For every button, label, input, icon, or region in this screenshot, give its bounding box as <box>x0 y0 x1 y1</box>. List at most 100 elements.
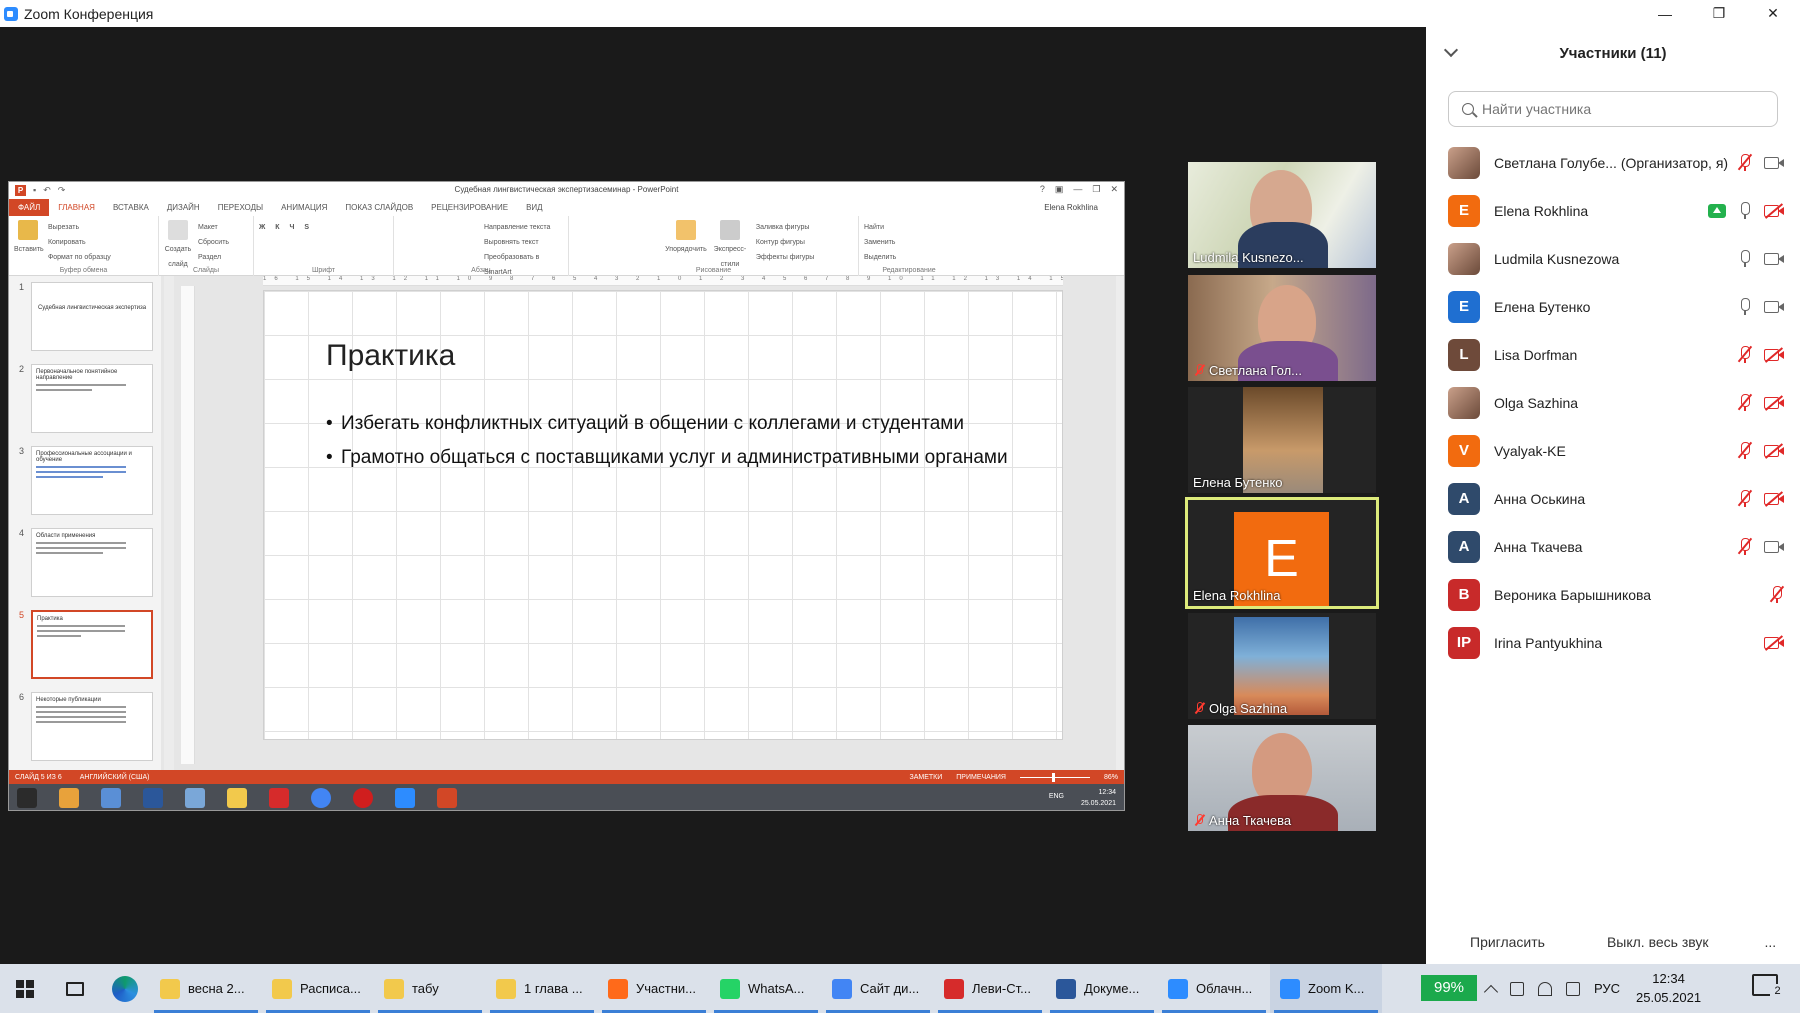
taskbar-app[interactable]: Докуме... <box>1046 964 1158 1013</box>
tray-expand-icon[interactable] <box>1483 984 1499 999</box>
layout-button[interactable]: Макет <box>198 220 229 235</box>
more-button[interactable]: ... <box>1757 928 1785 956</box>
notepad-icon[interactable] <box>185 788 205 808</box>
language-indicator[interactable]: АНГЛИЙСКИЙ (США) <box>80 774 150 781</box>
notes-button[interactable]: ЗАМЕТКИ <box>909 774 942 781</box>
taskbar-app[interactable]: весна 2... <box>150 964 262 1013</box>
slide-bullets[interactable]: Избегать конфликтных ситуаций в общении … <box>326 411 1026 479</box>
tab-view[interactable]: ВИД <box>517 199 552 216</box>
taskbar-app[interactable]: Облачн... <box>1158 964 1270 1013</box>
camera-icon[interactable] <box>1764 538 1784 555</box>
paste-button[interactable]: Вставить <box>14 220 44 257</box>
mic-icon[interactable] <box>1738 298 1752 315</box>
ppt-ribbon-display-button[interactable]: ▣ <box>1055 184 1064 195</box>
opera-icon[interactable] <box>353 788 373 808</box>
slide-bullet[interactable]: Грамотно общаться с поставщиками услуг и… <box>326 445 1026 470</box>
start-icon[interactable] <box>17 788 37 808</box>
mic-muted-icon[interactable] <box>1737 441 1753 459</box>
ppt-maximize-button[interactable]: ❐ <box>1092 184 1100 195</box>
thumbnail-row[interactable]: 3 Профессиональные ассоциации и обучение <box>13 446 155 516</box>
cut-button[interactable]: Вырезать <box>48 220 111 235</box>
camera-off-icon[interactable] <box>1764 202 1784 219</box>
search-input[interactable] <box>1482 101 1762 117</box>
camera-off-icon[interactable] <box>1764 346 1784 363</box>
zoom-slider[interactable] <box>1019 772 1090 782</box>
taskbar-app[interactable]: Леви-Ст... <box>934 964 1046 1013</box>
participant-row[interactable]: A Анна Оськина <box>1426 475 1800 523</box>
shape-fill-button[interactable]: Заливка фигуры <box>756 220 814 235</box>
slide-thumbnail[interactable]: Некоторые публикации <box>31 692 153 761</box>
tab-review[interactable]: РЕЦЕНЗИРОВАНИЕ <box>422 199 517 216</box>
slide-thumbnail[interactable]: Судебная лингвистическая экспертиза <box>31 282 153 351</box>
camera-off-icon[interactable] <box>1764 442 1784 459</box>
shape-outline-button[interactable]: Контур фигуры <box>756 235 814 250</box>
participant-row[interactable]: A Анна Ткачева <box>1426 523 1800 571</box>
participant-search[interactable] <box>1448 91 1778 127</box>
ppt-close-button[interactable]: ✕ <box>1110 184 1118 195</box>
taskbar-clock[interactable]: 12:34 25.05.2021 <box>1636 969 1701 1007</box>
zoom-level[interactable]: 86% <box>1104 774 1118 781</box>
shape-effects-button[interactable]: Эффекты фигуры <box>756 250 814 265</box>
camera-off-icon[interactable] <box>1764 394 1784 411</box>
camera-icon[interactable] <box>1764 298 1784 315</box>
thumbnail-row[interactable]: 2 Первоначальное понятийное направление <box>13 364 155 434</box>
slide-thumbnail[interactable]: Области применения <box>31 528 153 597</box>
participant-row[interactable]: IP Irina Pantyukhina <box>1426 619 1800 667</box>
ppt-help-button[interactable]: ? <box>1040 184 1045 195</box>
video-tile[interactable]: Olga Sazhina <box>1188 613 1376 719</box>
minimize-button[interactable]: — <box>1638 0 1692 27</box>
chrome-icon[interactable] <box>311 788 331 808</box>
new-slide-button[interactable]: Создать слайд <box>164 220 192 272</box>
slide-bullet[interactable]: Избегать конфликтных ситуаций в общении … <box>326 411 1026 436</box>
thumbnail-row[interactable]: 6 Некоторые публикации <box>13 692 155 762</box>
camera-icon[interactable] <box>1764 154 1784 171</box>
mic-muted-icon[interactable] <box>1769 585 1785 603</box>
taskbar-app[interactable]: Участни... <box>598 964 710 1013</box>
thumbnail-row[interactable]: 4 Области применения <box>13 528 155 598</box>
taskbar-app[interactable]: 1 глава ... <box>486 964 598 1013</box>
maximize-button[interactable]: ❐ <box>1692 0 1746 27</box>
ppt-user-name[interactable]: Elena Rokhlina <box>1044 203 1098 212</box>
thumbnail-row[interactable]: 5 Практика <box>13 610 155 680</box>
quick-styles-button[interactable]: Экспресс-стили <box>710 220 750 272</box>
word-icon[interactable] <box>143 788 163 808</box>
mic-muted-icon[interactable] <box>1737 537 1753 555</box>
slide-thumbnail[interactable]: Первоначальное понятийное направление <box>31 364 153 433</box>
mic-muted-icon[interactable] <box>1737 345 1753 363</box>
video-tile[interactable]: Светлана Гол... <box>1188 275 1376 381</box>
battery-indicator[interactable]: 99% <box>1421 975 1477 1001</box>
participant-row[interactable]: Ludmila Kusnezowa <box>1426 235 1800 283</box>
tab-insert[interactable]: ВСТАВКА <box>104 199 158 216</box>
edge-button[interactable] <box>100 964 150 1013</box>
find-button[interactable]: Найти <box>864 220 954 235</box>
video-tile[interactable]: Анна Ткачева <box>1188 725 1376 831</box>
slide-canvas[interactable]: Практика Избегать конфликтных ситуаций в… <box>263 290 1063 740</box>
participant-row[interactable]: L Lisa Dorfman <box>1426 331 1800 379</box>
participant-row[interactable]: E Елена Бутенко <box>1426 283 1800 331</box>
participant-row[interactable]: Светлана Голубе... (Организатор, я) <box>1426 139 1800 187</box>
thumbnail-row[interactable]: 1 Судебная лингвистическая экспертиза <box>13 282 155 352</box>
tab-home[interactable]: ГЛАВНАЯ <box>49 199 104 216</box>
powerpoint-icon[interactable] <box>437 788 457 808</box>
mic-muted-icon[interactable] <box>1737 153 1753 171</box>
volume-icon[interactable] <box>1566 981 1580 996</box>
section-button[interactable]: Раздел <box>198 250 229 265</box>
shared-powerpoint-window[interactable]: P ▪ ↶ ↷ Судебная лингвистическая эксперт… <box>8 181 1125 811</box>
text-direction-button[interactable]: Направление текста <box>484 220 563 235</box>
taskbar-app[interactable]: Zoom K... <box>1270 964 1382 1013</box>
comments-button[interactable]: ПРИМЕЧАНИЯ <box>956 774 1006 781</box>
zoom-icon[interactable] <box>395 788 415 808</box>
font-format-buttons[interactable]: Ж К Ч S <box>254 216 393 239</box>
mute-all-button[interactable]: Выкл. весь звук <box>1599 928 1717 956</box>
inner-lang[interactable]: ENG <box>1049 793 1064 800</box>
select-button[interactable]: Выделить <box>864 250 954 265</box>
network-icon[interactable] <box>1510 981 1524 996</box>
taskbar-app[interactable]: Сайт ди... <box>822 964 934 1013</box>
reset-button[interactable]: Сбросить <box>198 235 229 250</box>
video-tile[interactable]: Ludmila Kusnezo... <box>1188 162 1376 268</box>
thumbnails-scrollbar[interactable] <box>164 276 174 770</box>
start-button[interactable] <box>0 964 50 1013</box>
slide-scrollbar[interactable] <box>1116 276 1124 770</box>
replace-button[interactable]: Заменить <box>864 235 954 250</box>
mic-muted-icon[interactable] <box>1737 489 1753 507</box>
